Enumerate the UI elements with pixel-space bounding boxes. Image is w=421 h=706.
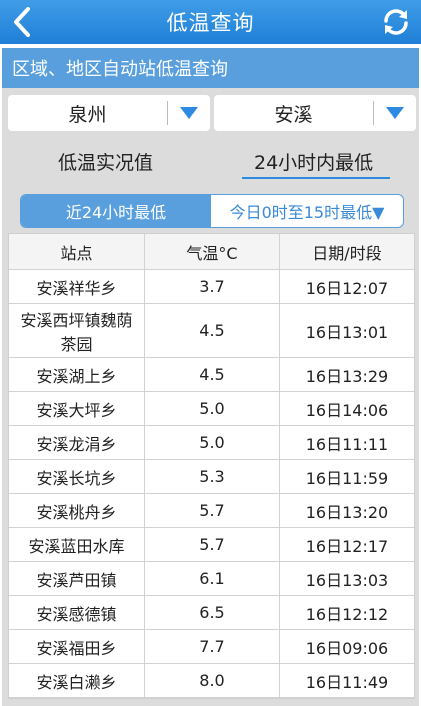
datetime-cell: 16日09:06 [305,638,389,658]
station-name-cell: 安溪西坪镇魏荫茶园 [9,304,145,357]
datetime-cell: 16日13:01 [305,322,389,342]
temperature-cell: 7.7 [145,630,280,663]
datetime-cell: 16日12:12 [305,604,389,624]
tab-today-0-15[interactable]: 今日0时至15时最低▼ [211,195,403,227]
page-title: 低温查询 [166,11,255,35]
datetime-cell: 16日13:29 [305,366,389,386]
datetime-cell: 16日14:06 [305,400,389,420]
station-name-cell: 安溪祥华乡 [9,270,145,303]
datetime-cell: 16日13:20 [305,502,389,522]
station-name-cell: 安溪大坪乡 [9,392,145,425]
back-button[interactable] [4,4,40,40]
time-range-tabs: 近24小时最低 今日0时至15时最低▼ [20,194,404,228]
mode-24h-lowest[interactable]: 24小时内最低 [254,148,373,175]
chevron-left-icon [14,7,30,37]
station-name-cell: 安溪福田乡 [9,630,145,663]
datetime-cell: 16日11:49 [305,672,389,692]
temperature-cell: 5.7 [145,528,280,561]
station-name-cell: 安溪蓝田水库 [9,528,145,561]
temperature-cell: 8.0 [145,664,280,697]
table-row[interactable]: 安溪白濑乡 8.0 16日11:49 [9,664,414,698]
table-row[interactable]: 安溪长坑乡 5.3 16日11:59 [9,460,414,494]
column-header-station: 站点 [9,234,145,269]
temperature-cell: 4.5 [145,304,280,357]
table-header-row: 站点 气温°C 日期/时段 [9,234,414,270]
county-select[interactable]: 安溪 [214,95,416,131]
datetime-cell: 16日13:03 [305,570,389,590]
temperature-cell: 5.0 [145,392,280,425]
temperature-cell: 3.7 [145,270,280,303]
datetime-cell: 16日12:07 [305,278,389,298]
station-name-cell: 安溪湖上乡 [9,358,145,391]
temperature-cell: 6.1 [145,562,280,595]
table-row[interactable]: 安溪感德镇 6.5 16日12:12 [9,596,414,630]
temperature-cell: 6.5 [145,596,280,629]
low-temp-table: 站点 气温°C 日期/时段 安溪祥华乡 3.7 16日12:07 安溪西坪镇魏荫茶园 4… [8,233,415,699]
triangle-down-icon[interactable] [168,106,210,120]
refresh-button[interactable] [377,4,415,40]
station-name-cell: 安溪龙涓乡 [9,426,145,459]
station-name-cell: 安溪长坑乡 [9,460,145,493]
mode-realtime[interactable]: 低温实况值 [58,148,153,175]
table-row[interactable]: 安溪桃舟乡 5.7 16日13:20 [9,494,414,528]
column-header-temperature: 气温°C [145,234,280,269]
column-header-datetime: 日期/时段 [312,243,382,263]
refresh-icon [384,9,408,35]
temperature-cell: 4.5 [145,358,280,391]
table-row[interactable]: 安溪蓝田水库 5.7 16日12:17 [9,528,414,562]
table-row[interactable]: 安溪福田乡 7.7 16日09:06 [9,630,414,664]
datetime-cell: 16日11:59 [305,468,389,488]
table-row[interactable]: 安溪祥华乡 3.7 16日12:07 [9,270,414,304]
station-name-cell: 安溪芦田镇 [9,562,145,595]
station-name-cell: 安溪白濑乡 [9,664,145,697]
table-row[interactable]: 安溪大坪乡 5.0 16日14:06 [9,392,414,426]
active-mode-underline [242,177,390,179]
temperature-cell: 5.3 [145,460,280,493]
temperature-cell: 5.7 [145,494,280,527]
table-row[interactable]: 安溪龙涓乡 5.0 16日11:11 [9,426,414,460]
table-row[interactable]: 安溪西坪镇魏荫茶园 4.5 16日13:01 [9,304,414,358]
table-row[interactable]: 安溪芦田镇 6.1 16日13:03 [9,562,414,596]
datetime-cell: 16日11:11 [305,434,389,454]
tab-recent-24h[interactable]: 近24小时最低 [21,195,211,227]
temperature-cell: 5.0 [145,426,280,459]
station-name-cell: 安溪感德镇 [9,596,145,629]
triangle-down-icon[interactable] [374,106,416,120]
app-title-bar: 低温查询 [0,0,421,44]
datetime-cell: 16日12:17 [305,536,389,556]
city-select[interactable]: 泉州 [8,95,210,131]
station-name-cell: 安溪桃舟乡 [9,494,145,527]
section-header: 区域、地区自动站低温查询 [2,48,419,88]
city-select-value: 泉州 [68,103,107,126]
county-select-value: 安溪 [274,103,313,126]
table-row[interactable]: 安溪湖上乡 4.5 16日13:29 [9,358,414,392]
